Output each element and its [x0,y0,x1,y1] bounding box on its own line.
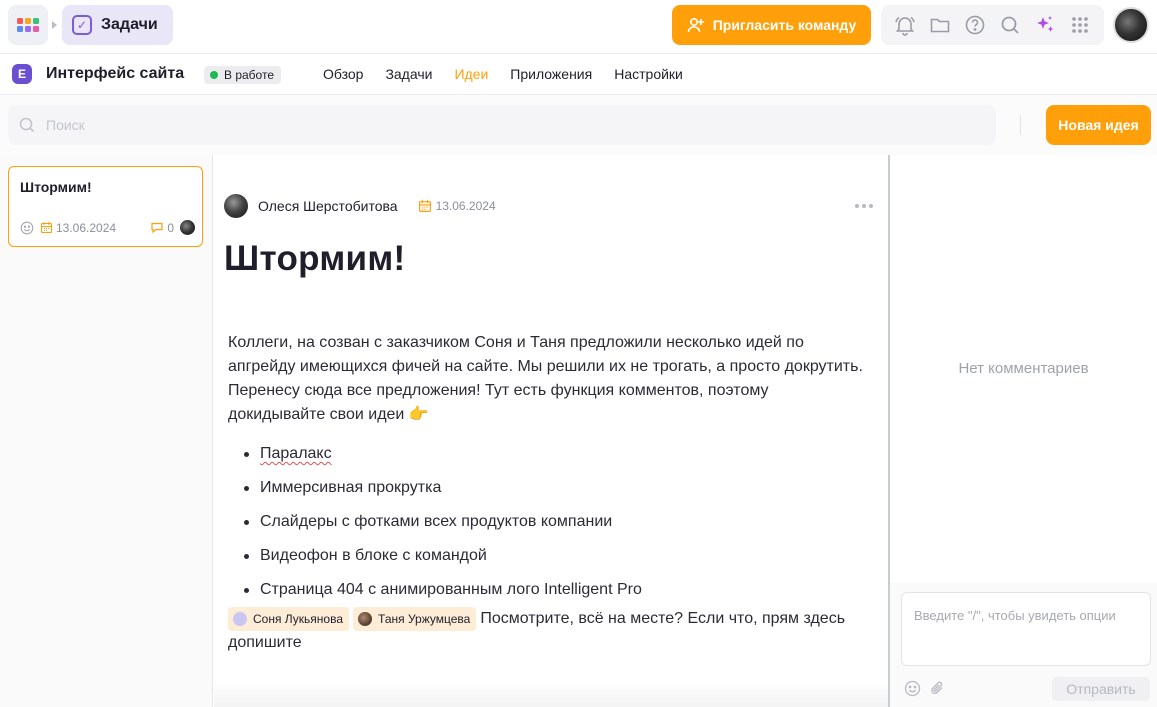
tab-tasks[interactable]: Задачи [385,66,432,82]
folder-icon[interactable] [929,14,951,36]
idea-card-meta: 13.06.2024 0 [20,220,195,235]
avatar [358,612,373,626]
search-box [8,105,996,145]
project-nav: Обзор Задачи Идеи Приложения Настройки [323,66,705,82]
status-label: В работе [224,68,275,82]
list-item[interactable]: Страница 404 с анимированным лого Intell… [242,573,862,607]
idea-card-comments: 0 [150,221,174,235]
mention-chip[interactable]: Соня Лукьянова [228,607,350,631]
bell-icon[interactable] [894,14,916,36]
reaction-smile-icon[interactable] [20,221,34,235]
search-icon[interactable] [999,14,1021,36]
idea-detail: Олеся Шерстобитова 13.06.2024 Штормим! К… [214,155,888,707]
user-avatar[interactable] [1113,7,1149,43]
search-row: Новая идея [0,95,1157,155]
idea-outro[interactable]: Соня Лукьянова Таня Уржумцева Посмотрите, … [228,607,868,655]
bottom-fade [214,681,888,707]
comment-composer: Отправить [890,583,1157,707]
author-name: Олеся Шерстобитова [258,198,398,214]
send-button[interactable]: Отправить [1052,677,1150,701]
project-bar: E Интерфейс сайта В работе Обзор Задачи … [0,54,1157,95]
search-input[interactable] [46,117,946,133]
help-icon[interactable] [964,14,986,36]
comment-icon [151,222,163,234]
new-idea-button[interactable]: Новая идея [1046,105,1151,145]
project-logo: E [12,64,32,84]
app-switch-tasks[interactable]: ✓ Задачи [62,5,173,45]
idea-card-title: Штормим! [20,179,92,195]
project-title: Интерфейс сайта [46,65,185,82]
author-row: Олеся Шерстобитова 13.06.2024 [224,194,496,218]
app-name: Задачи [101,16,158,33]
tab-settings[interactable]: Настройки [614,66,683,82]
list-item[interactable]: Видеофон в блоке с командой [242,539,862,573]
header-tools [881,5,1104,45]
status-badge[interactable]: В работе [204,66,282,84]
calendar-icon [418,200,431,212]
idea-title[interactable]: Штормим! [224,239,406,279]
author-avatar [224,194,248,218]
list-item[interactable]: Штормим! 13.06.2024 0 [8,166,203,247]
apps-menu-button[interactable] [8,5,48,45]
idea-date: 13.06.2024 [418,199,496,213]
sparkles-icon[interactable] [1034,14,1056,36]
comment-input[interactable] [914,605,1138,655]
divider [1020,115,1021,135]
checkbox-icon: ✓ [72,15,92,35]
mention-chip[interactable]: Таня Уржумцева [353,607,477,631]
status-dot-icon [210,71,218,79]
comments-panel: Нет комментариев Отправить [890,155,1157,707]
composer-tools [904,680,946,697]
top-bar: ✓ Задачи Пригласить команду [0,0,1157,54]
avatar [233,612,247,626]
calendar-icon [40,222,53,234]
invite-team-label: Пригласить команду [712,17,857,33]
comment-input-box[interactable] [901,592,1151,666]
more-options-icon[interactable] [855,204,873,208]
search-icon [19,117,35,133]
attachment-icon[interactable] [929,680,946,697]
list-item[interactable]: Иммерсивная прокрутка [242,471,862,505]
apps-grid-icon [17,18,39,32]
idea-list: Штормим! 13.06.2024 0 [0,155,213,707]
tab-overview[interactable]: Обзор [323,66,363,82]
breadcrumb-chevron-icon [52,21,57,29]
emoji-icon[interactable] [904,680,921,697]
grid-icon[interactable] [1069,14,1091,36]
list-item[interactable]: Слайдеры с фотками всех продуктов компан… [242,505,862,539]
empty-comments-text: Нет комментариев [958,360,1089,377]
tab-apps[interactable]: Приложения [510,66,592,82]
idea-bullet-list: Паралакс Иммерсивная прокрутка Слайдеры … [242,437,862,607]
comments-count: 0 [167,220,174,235]
add-user-icon [687,17,704,33]
tab-ideas[interactable]: Идеи [454,66,488,82]
list-item[interactable]: Паралакс [242,437,862,471]
invite-team-button[interactable]: Пригласить команду [672,5,871,45]
idea-card-date: 13.06.2024 [40,221,116,235]
idea-intro[interactable]: Коллеги, на созван с заказчиком Соня и Т… [228,331,868,427]
avatar [180,220,195,235]
